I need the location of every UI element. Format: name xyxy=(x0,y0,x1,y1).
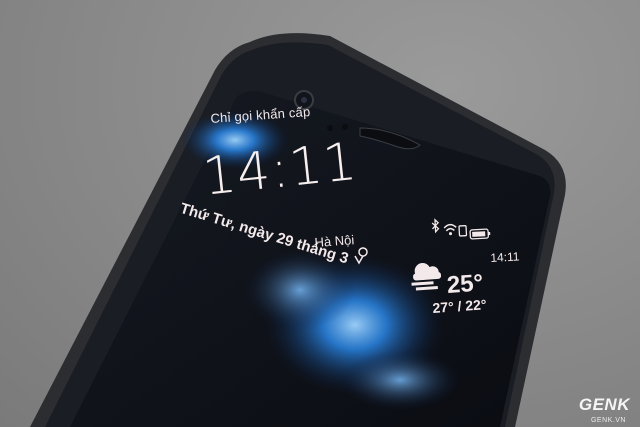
weather-temperature: 25° xyxy=(446,269,485,299)
watermark-site: GENK.VN xyxy=(590,417,626,424)
phone-device xyxy=(30,33,566,427)
watermark-logo: GENK xyxy=(578,395,630,414)
weather-city: Hà Nội xyxy=(314,232,355,250)
status-bar-time: 14:11 xyxy=(490,249,520,265)
